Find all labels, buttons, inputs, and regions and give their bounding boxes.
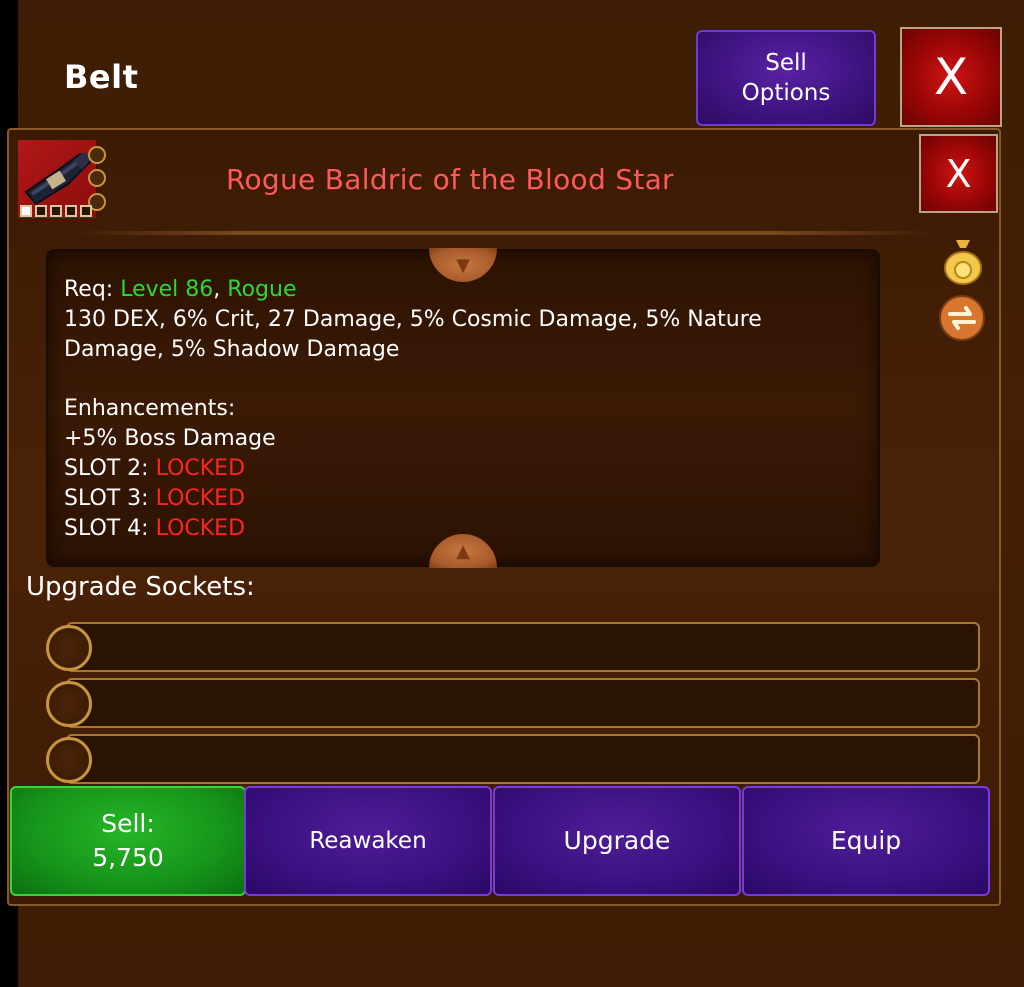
rarity-pip-2 (35, 205, 47, 217)
close-icon: X (933, 48, 969, 106)
swap-icon[interactable] (938, 294, 986, 346)
item-name: Rogue Baldric of the Blood Star (226, 163, 674, 196)
upgrade-socket-2[interactable] (46, 681, 92, 727)
rarity-pip-3 (50, 205, 62, 217)
req-label: Req: (64, 277, 114, 302)
upgrade-socket-3[interactable] (46, 737, 92, 783)
req-level: Level 86 (120, 277, 214, 302)
sell-options-button[interactable]: Sell Options (696, 30, 876, 126)
stats-line: 130 DEX, 6% Crit, 27 Damage, 5% Cosmic D… (64, 307, 762, 362)
upgrade-button[interactable]: Upgrade (493, 786, 741, 896)
upgrade-socket-1[interactable] (46, 625, 92, 671)
slot-4-line: SLOT 4: LOCKED (64, 514, 854, 544)
slot-status: LOCKED (155, 486, 246, 511)
slot-2-line: SLOT 2: LOCKED (64, 454, 854, 484)
slot-3-line: SLOT 3: LOCKED (64, 484, 854, 514)
enhancements-label: Enhancements: (64, 396, 236, 421)
reawaken-button[interactable]: Reawaken (244, 786, 492, 896)
slot-label: SLOT 3: (64, 486, 149, 511)
upgrade-socket-row-1[interactable] (66, 622, 980, 672)
sell-options-label-line2: Options (741, 80, 831, 106)
sell-price: 5,750 (92, 843, 164, 872)
req-class: Rogue (227, 277, 297, 302)
close-window-button[interactable]: X (900, 27, 1002, 127)
page-title: Belt (64, 58, 139, 96)
item-socket-pip-1 (88, 146, 106, 164)
item-socket-pip-2 (88, 169, 106, 187)
gold-bag-icon[interactable] (942, 236, 984, 290)
sell-button[interactable]: Sell: 5,750 (10, 786, 246, 896)
close-item-button[interactable]: X (919, 134, 998, 213)
rarity-pip-4 (65, 205, 77, 217)
equip-button[interactable]: Equip (742, 786, 990, 896)
sell-options-label-line1: Sell (765, 50, 807, 76)
sell-label: Sell: (101, 809, 155, 838)
upgrade-socket-row-2[interactable] (66, 678, 980, 728)
divider (75, 231, 935, 235)
upgrade-sockets-title: Upgrade Sockets: (26, 572, 255, 602)
slot-label: SLOT 4: (64, 516, 149, 541)
slot-status: LOCKED (155, 456, 246, 481)
upgrade-socket-row-3[interactable] (66, 734, 980, 784)
rarity-pip-1 (20, 205, 32, 217)
item-description-text: Req: Level 86, Rogue 130 DEX, 6% Crit, 2… (64, 275, 854, 544)
close-icon: X (945, 151, 972, 196)
req-separator: , (213, 277, 221, 302)
rarity-pip-5 (80, 205, 92, 217)
slot-label: SLOT 2: (64, 456, 149, 481)
slot-status: LOCKED (155, 516, 246, 541)
requirements-line: Req: Level 86, Rogue (64, 275, 854, 305)
enhancement-1: +5% Boss Damage (64, 426, 276, 451)
